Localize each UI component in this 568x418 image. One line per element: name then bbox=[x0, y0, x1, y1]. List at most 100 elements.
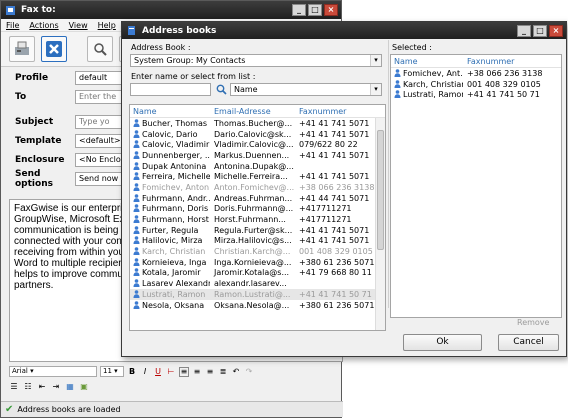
contact-name: Kornieieva, Inga bbox=[142, 257, 207, 267]
contact-row[interactable]: Ferreira, Michelle Michelle.Ferreira... +4… bbox=[130, 171, 385, 182]
menu-view[interactable]: View bbox=[69, 21, 88, 30]
contact-row[interactable]: Dunnenberger, ... Markus.Duennen... +41 41… bbox=[130, 150, 385, 161]
contact-fax: +41 41 741 5071 bbox=[299, 236, 370, 246]
address-book-label: Address Book : bbox=[131, 43, 191, 52]
contact-row[interactable]: Calovic, Dario Dario.Calovic@sk... +41 41 … bbox=[130, 129, 385, 140]
search-contacts-button[interactable] bbox=[87, 36, 113, 62]
insert-image-icon[interactable]: ▣ bbox=[79, 382, 89, 392]
minimize-button[interactable]: _ bbox=[292, 4, 306, 16]
contact-person-icon bbox=[133, 129, 140, 138]
contact-person-icon bbox=[133, 279, 140, 288]
justify-icon[interactable]: ≣ bbox=[218, 367, 228, 377]
contact-row[interactable]: Furter, Regula Regula.Furter@sk... +41 41 … bbox=[130, 225, 385, 236]
scrollbar-thumb[interactable] bbox=[377, 130, 384, 250]
contacts-scrollbar[interactable] bbox=[375, 118, 385, 330]
contact-row[interactable]: Fomichev, Anton Anton.Fomichev@... +38 066… bbox=[130, 182, 385, 193]
ok-button[interactable]: Ok bbox=[403, 334, 482, 351]
redo-icon[interactable]: ↷ bbox=[244, 367, 254, 377]
align-center-icon[interactable]: ≡ bbox=[192, 367, 202, 377]
contact-person-icon bbox=[133, 204, 140, 213]
contact-row[interactable]: Kotala, Jaromir Jaromir.Kotala@s... +41 79… bbox=[130, 268, 385, 279]
selected-name: Fomichev, Ant... bbox=[403, 68, 463, 78]
maximize-button[interactable]: □ bbox=[308, 4, 322, 16]
address-book-select[interactable]: System Group: My Contacts ▾ bbox=[130, 54, 382, 67]
contact-row[interactable]: Karch, Christian Christian.Karch@... 001 4… bbox=[130, 246, 385, 257]
contact-name-cell: Lustrati, Ramon bbox=[130, 290, 210, 299]
cancel-fax-button[interactable] bbox=[41, 36, 67, 62]
fax-titlebar[interactable]: Fax to: _ □ × bbox=[1, 1, 341, 19]
search-input[interactable] bbox=[130, 83, 211, 96]
contact-fax: +417711271 bbox=[299, 215, 352, 225]
column-header-fax[interactable]: Faxnummer bbox=[296, 107, 374, 116]
contacts-list[interactable]: Name Email-Adresse Faxnummer Bucher, Tho… bbox=[129, 104, 386, 331]
contact-name: Kotala, Jaromir bbox=[142, 268, 201, 278]
address-book-icon bbox=[128, 26, 135, 35]
selected-list[interactable]: Name Faxnummer Fomichev, Ant... +38 066 2… bbox=[390, 54, 562, 318]
dialog-title: Address books bbox=[142, 25, 217, 36]
undo-icon[interactable]: ↶ bbox=[231, 367, 241, 377]
selected-name-cell: Karch, Christian bbox=[391, 80, 463, 89]
remove-button[interactable]: Remove bbox=[517, 318, 549, 327]
contacts-rows: Bucher, Thomas Thomas.Bucher@... +41 41 74… bbox=[130, 118, 385, 310]
bold-icon[interactable]: B bbox=[127, 367, 137, 377]
column-header-email[interactable]: Email-Adresse bbox=[210, 107, 296, 116]
font-name-select[interactable]: Arial ▾ bbox=[9, 366, 97, 377]
contact-name: Ferreira, Michelle bbox=[142, 172, 210, 182]
indent-icon[interactable]: ⇥ bbox=[51, 382, 61, 392]
dialog-titlebar[interactable]: Address books _ □ × bbox=[122, 22, 566, 39]
contact-row[interactable]: Lustrati, Ramon Ramon.Lustrati@... +41 41 … bbox=[130, 289, 385, 300]
contact-row[interactable]: Fuhrmann, Doris Doris.Fuhrmann@... +417711… bbox=[130, 204, 385, 215]
menu-file[interactable]: File bbox=[6, 21, 19, 30]
selected-header-fax[interactable]: Faxnummer bbox=[463, 57, 553, 66]
contact-row[interactable]: Fuhrmann, Horst Horst.Fuhrmann... +4177112… bbox=[130, 214, 385, 225]
numbered-list-icon[interactable]: ☷ bbox=[23, 382, 33, 392]
contact-row[interactable]: Lasarev Alexandr alexandr.lasarev... bbox=[130, 278, 385, 289]
status-bar: ✔ Address books are loaded bbox=[1, 401, 343, 417]
menu-actions[interactable]: Actions bbox=[29, 21, 58, 30]
contact-row[interactable]: Dupak Antonina Antonina.Dupak@... bbox=[130, 161, 385, 172]
subject-label: Subject bbox=[15, 117, 54, 127]
dialog-close-button[interactable]: × bbox=[549, 24, 563, 37]
send-fax-button[interactable] bbox=[9, 36, 35, 62]
contact-row[interactable]: Bucher, Thomas Thomas.Bucher@... +41 41 74… bbox=[130, 118, 385, 129]
contact-name-cell: Furter, Regula bbox=[130, 226, 210, 235]
address-books-dialog: Address books _ □ × Address Book : Syste… bbox=[121, 21, 567, 357]
italic-icon[interactable]: I bbox=[140, 367, 150, 377]
contact-row[interactable]: Fuhrmann, Andr... Andreas.Fuhrman... +41 4… bbox=[130, 193, 385, 204]
outdent-icon[interactable]: ⇤ bbox=[37, 382, 47, 392]
cancel-button[interactable]: Cancel bbox=[498, 334, 559, 351]
selected-row[interactable]: Karch, Christian 001 408 329 0105 bbox=[391, 79, 561, 90]
search-icon[interactable] bbox=[216, 84, 227, 95]
underline-icon[interactable]: U bbox=[153, 367, 163, 377]
dialog-minimize-button[interactable]: _ bbox=[517, 24, 531, 37]
contact-row[interactable]: Kornieieva, Inga Inga.Kornieieva@... +380 … bbox=[130, 257, 385, 268]
text-color-icon[interactable]: ⊢ bbox=[166, 367, 176, 377]
contact-row[interactable]: Nesola, Oksana Oksana.Nesola@... +380 61 2… bbox=[130, 300, 385, 311]
align-left-icon[interactable]: ≡ bbox=[179, 366, 189, 377]
contact-name-cell: Calovic, Dario bbox=[130, 130, 210, 139]
contact-row[interactable]: Calovic, Vladimir Vladimir.Calovic@... 079… bbox=[130, 139, 385, 150]
bullet-list-icon[interactable]: ☰ bbox=[9, 382, 19, 392]
column-header-name[interactable]: Name bbox=[130, 107, 210, 116]
selected-row[interactable]: Lustrati, Ramon +41 41 741 50 71 bbox=[391, 89, 561, 100]
menu-help[interactable]: Help bbox=[98, 21, 116, 30]
contact-email: Michelle.Ferreira... bbox=[214, 172, 288, 182]
chevron-down-icon: ▾ bbox=[370, 84, 381, 95]
selected-row[interactable]: Fomichev, Ant... +38 066 236 3138 bbox=[391, 68, 561, 79]
font-size-select[interactable]: 11 ▾ bbox=[100, 366, 124, 377]
selected-header-name[interactable]: Name bbox=[391, 57, 463, 66]
contact-fax: +41 44 741 5071 bbox=[299, 193, 370, 203]
contact-person-icon bbox=[133, 151, 140, 159]
selected-list-header: Name Faxnummer bbox=[391, 55, 561, 68]
to-label: To bbox=[15, 92, 27, 102]
fax-machine-icon bbox=[15, 41, 29, 55]
dialog-maximize-button[interactable]: □ bbox=[533, 24, 547, 37]
contact-person-icon bbox=[133, 215, 140, 224]
close-button[interactable]: × bbox=[324, 4, 338, 16]
align-right-icon[interactable]: ≡ bbox=[205, 367, 215, 377]
pane-divider[interactable] bbox=[388, 40, 389, 308]
insert-table-icon[interactable]: ▦ bbox=[65, 382, 75, 392]
search-field-select[interactable]: Name ▾ bbox=[230, 83, 382, 96]
contact-row[interactable]: Halilovic, Mirza Mirza.Halilovic@s... +41 … bbox=[130, 236, 385, 247]
contact-name: Dupak Antonina bbox=[142, 161, 207, 171]
